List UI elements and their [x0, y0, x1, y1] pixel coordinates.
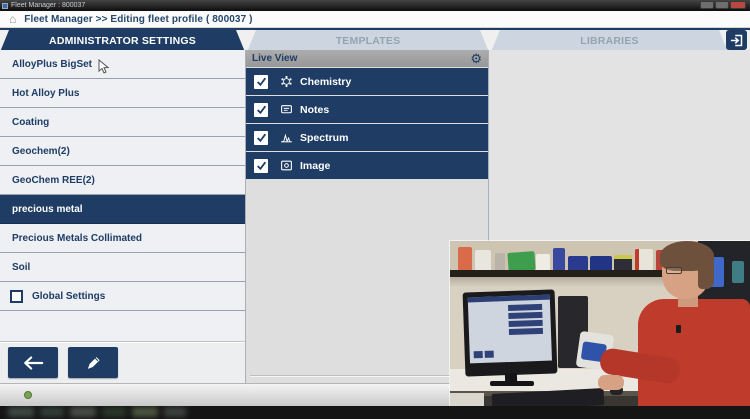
mini-app-button — [485, 351, 494, 358]
lapel-microphone — [676, 325, 681, 333]
shelf-box — [475, 250, 491, 271]
connection-status-dot — [24, 391, 32, 399]
edit-button[interactable] — [68, 347, 118, 378]
maximize-button[interactable] — [715, 1, 729, 9]
taskbar-blur-item — [132, 407, 158, 417]
shelf-bottle — [458, 247, 472, 271]
mini-app-row — [508, 304, 542, 311]
global-settings-checkbox[interactable] — [10, 290, 23, 303]
shelf-blue-box — [590, 256, 612, 271]
sidebar-item-hot-alloy-plus[interactable]: Hot Alloy Plus — [0, 79, 245, 108]
shelf-canister — [553, 248, 565, 271]
taskbar-blur-item — [40, 407, 64, 417]
global-settings-row: Global Settings — [0, 282, 245, 311]
spectrum-checkbox[interactable] — [254, 131, 268, 145]
webcam-video — [450, 241, 750, 419]
shelf-kit-box — [614, 255, 632, 271]
live-view-title: Live View — [252, 53, 470, 64]
rack-teal-tool — [732, 261, 744, 283]
notes-checkbox[interactable] — [254, 103, 268, 117]
back-arrow-icon — [22, 355, 44, 371]
tab-libraries[interactable]: LIBRARIES — [491, 30, 728, 52]
sidebar-item-geochem2[interactable]: Geochem(2) — [0, 137, 245, 166]
monitor — [463, 289, 558, 376]
presenter-hand — [598, 375, 624, 390]
tab-bar: ADMINISTRATOR SETTINGS TEMPLATES LIBRARI… — [0, 28, 750, 50]
presenter-glasses — [666, 267, 682, 274]
back-button[interactable] — [8, 347, 58, 378]
check-icon — [256, 160, 267, 171]
breadcrumb: Fleet Manager >> Editing fleet profile (… — [24, 14, 252, 25]
action-button-row — [0, 341, 245, 383]
mini-app-row — [508, 312, 542, 319]
live-view-header: Live View ⚙ — [246, 50, 488, 67]
mini-app-row — [509, 328, 543, 335]
sidebar-empty-space — [0, 311, 245, 341]
mini-app-button — [474, 351, 483, 358]
profile-sidebar: AlloyPlus BigSet Hot Alloy Plus Coating … — [0, 50, 246, 383]
tab-templates[interactable]: TEMPLATES — [247, 30, 489, 52]
home-icon[interactable]: ⌂ — [9, 13, 16, 25]
app-icon — [2, 3, 8, 9]
sidebar-item-alloyplus-bigset[interactable]: AlloyPlus BigSet — [0, 50, 245, 79]
sidebar-item-coating[interactable]: Coating — [0, 108, 245, 137]
mini-app-row — [509, 320, 543, 327]
image-label: Image — [300, 160, 330, 172]
shelf-green-caddy — [507, 251, 535, 272]
taskbar-band — [0, 406, 750, 419]
window-title: Fleet Manager : 800037 — [11, 2, 85, 9]
notes-label: Notes — [300, 104, 329, 116]
note-icon — [279, 103, 293, 117]
spectrum-label: Spectrum — [300, 132, 348, 144]
close-button[interactable] — [730, 1, 746, 9]
taskbar-blur-item — [164, 407, 186, 417]
os-titlebar: Fleet Manager : 800037 — [0, 0, 750, 11]
taskbar-blur-item — [8, 407, 34, 417]
breadcrumb-bar: ⌂ Fleet Manager >> Editing fleet profile… — [0, 11, 750, 28]
sidebar-item-geochem-ree2[interactable]: GeoChem REE(2) — [0, 166, 245, 195]
sidebar-item-precious-metal[interactable]: precious metal — [0, 195, 245, 224]
tab-administrator-settings[interactable]: ADMINISTRATOR SETTINGS — [0, 30, 245, 52]
image-checkbox[interactable] — [254, 159, 268, 173]
chemistry-label: Chemistry — [300, 76, 351, 88]
mouse-cursor — [98, 59, 109, 79]
shelf-tissue-box — [536, 254, 550, 271]
exit-icon — [729, 33, 744, 48]
check-icon — [256, 132, 267, 143]
molecule-icon — [279, 75, 293, 89]
exit-button[interactable] — [726, 30, 747, 50]
taskbar-blur-item — [70, 407, 96, 417]
live-view-row-spectrum[interactable]: Spectrum — [246, 124, 488, 151]
live-view-row-image[interactable]: Image — [246, 152, 488, 179]
taskbar-blur-item — [102, 407, 126, 417]
presenter-hair-back — [698, 251, 714, 289]
shelf-blue-box — [568, 256, 588, 271]
sidebar-item-precious-metals-collimated[interactable]: Precious Metals Collimated — [0, 224, 245, 253]
live-view-row-chemistry[interactable]: Chemistry — [246, 68, 488, 95]
shelf-binder — [635, 249, 653, 271]
spectrum-icon — [279, 131, 293, 145]
monitor-base — [490, 381, 534, 386]
check-icon — [256, 76, 267, 87]
chemistry-checkbox[interactable] — [254, 75, 268, 89]
shelf-vials — [495, 253, 505, 271]
live-view-row-notes[interactable]: Notes — [246, 96, 488, 123]
mini-app-header — [468, 295, 550, 303]
sidebar-item-soil[interactable]: Soil — [0, 253, 245, 282]
image-icon — [279, 159, 293, 173]
global-settings-label: Global Settings — [32, 291, 105, 302]
monitor-screen — [468, 295, 552, 364]
check-icon — [256, 104, 267, 115]
pencil-icon — [85, 354, 102, 371]
minimize-button[interactable] — [700, 1, 714, 9]
panel-bottom-divider — [250, 375, 484, 377]
gear-icon[interactable]: ⚙ — [470, 52, 482, 65]
app-window: Fleet Manager : 800037 ⌂ Fleet Manager >… — [0, 0, 750, 419]
